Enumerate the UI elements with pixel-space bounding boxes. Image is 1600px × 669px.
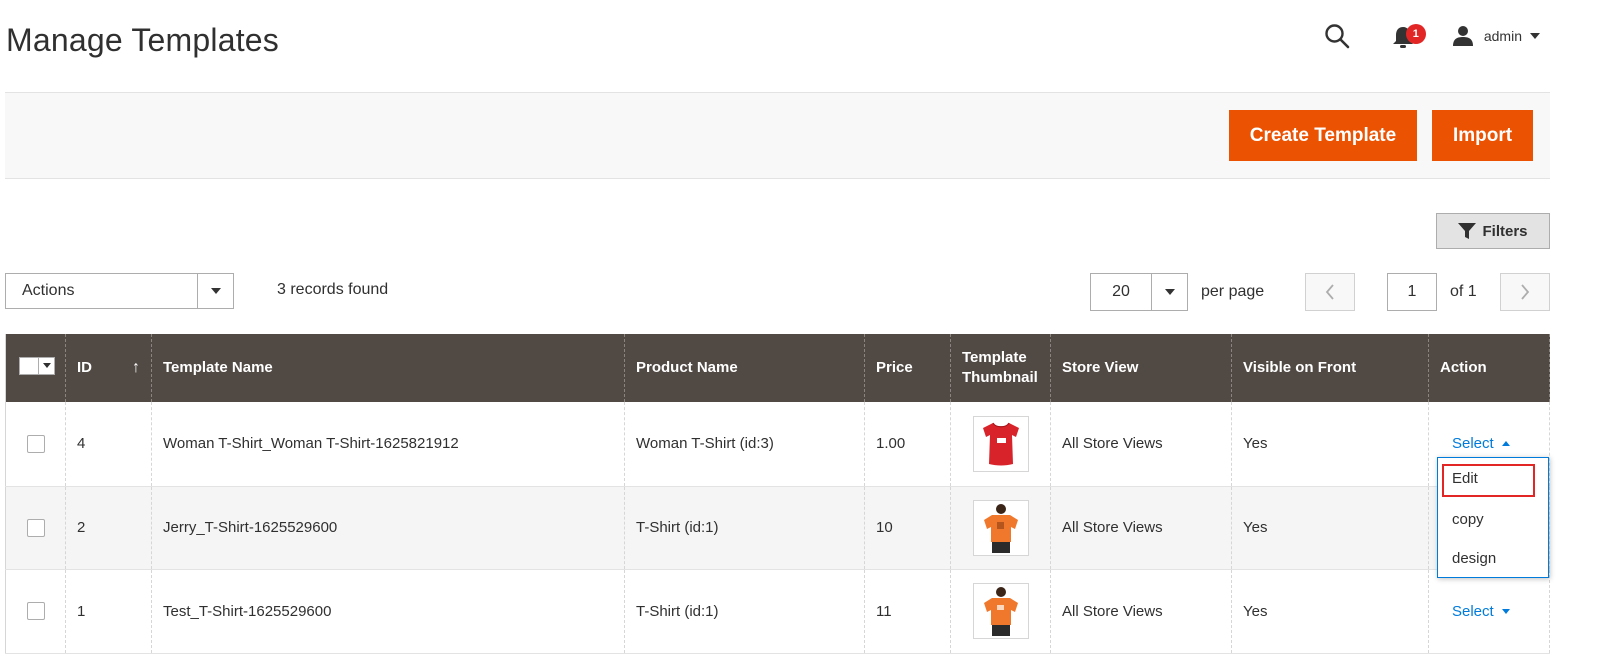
row-checkbox[interactable] xyxy=(27,602,45,620)
column-header-store-view[interactable]: Store View xyxy=(1050,334,1232,402)
cell-template-name: Test_T-Shirt-1625529600 xyxy=(151,569,625,654)
sort-ascending-icon: ↑ xyxy=(132,359,140,376)
table-row: 2 Jerry_T-Shirt-1625529600 T-Shirt (id:1… xyxy=(5,486,1550,570)
chevron-down-icon xyxy=(1164,289,1175,295)
row-action-select-label: Select xyxy=(1452,435,1494,453)
header-actions: 1 admin xyxy=(1324,20,1540,52)
cell-thumbnail xyxy=(950,569,1051,654)
cell-thumbnail xyxy=(950,402,1051,487)
notifications-bell[interactable]: 1 xyxy=(1392,20,1426,52)
cell-price: 10 xyxy=(864,486,951,570)
admin-user-menu[interactable]: admin xyxy=(1452,25,1540,47)
mass-actions-label: Actions xyxy=(22,282,75,299)
action-menu-copy[interactable]: copy xyxy=(1452,511,1484,528)
mass-select-header xyxy=(5,334,66,402)
per-page-value: 20 xyxy=(1112,283,1130,300)
column-header-id[interactable]: ID ↑ xyxy=(65,334,152,402)
select-all-checkbox[interactable] xyxy=(20,357,38,374)
red-womens-tshirt-image xyxy=(982,422,1019,466)
admin-username: admin xyxy=(1483,28,1522,44)
row-action-menu: Edit copy design xyxy=(1437,457,1549,578)
cell-template-name: Woman T-Shirt_Woman T-Shirt-1625821912 xyxy=(151,402,625,487)
page-title: Manage Templates xyxy=(6,22,279,58)
table-row: 1 Test_T-Shirt-1625529600 T-Shirt (id:1)… xyxy=(5,569,1550,654)
page-actions-bar: Create Template Import xyxy=(5,92,1550,179)
row-checkbox[interactable] xyxy=(27,518,45,537)
cell-visible: Yes xyxy=(1231,569,1429,654)
grid-header-row: ID ↑ Template Name Product Name Price Tem… xyxy=(5,334,1550,402)
template-thumbnail[interactable] xyxy=(972,583,1029,639)
notification-count-badge: 1 xyxy=(1405,24,1426,44)
total-pages-label: of 1 xyxy=(1450,283,1477,300)
templates-grid: ID ↑ Template Name Product Name Price Tem… xyxy=(5,334,1550,654)
column-header-visible[interactable]: Visible on Front xyxy=(1231,334,1429,402)
cell-price: 11 xyxy=(864,569,951,654)
orange-tshirt-model-image xyxy=(983,503,1018,553)
cell-product-name: T-Shirt (id:1) xyxy=(624,569,865,654)
row-action-select-label: Select xyxy=(1452,602,1494,620)
cell-visible: Yes xyxy=(1231,402,1429,487)
column-header-thumbnail-line2: Thumbnail xyxy=(962,369,1038,386)
mass-select-dropdown[interactable] xyxy=(19,356,55,375)
orange-tshirt-model-image xyxy=(983,587,1018,636)
cell-store-view: All Store Views xyxy=(1050,486,1232,570)
cell-id: 1 xyxy=(65,569,152,654)
cell-store-view: All Store Views xyxy=(1050,569,1232,654)
cell-product-name: T-Shirt (id:1) xyxy=(624,486,865,570)
chevron-down-icon xyxy=(1501,608,1510,614)
chevron-up-icon xyxy=(1501,441,1510,447)
row-select-cell xyxy=(5,402,66,487)
chevron-down-icon xyxy=(210,288,221,294)
cell-template-name: Jerry_T-Shirt-1625529600 xyxy=(151,486,625,570)
filters-label: Filters xyxy=(1482,222,1528,240)
column-header-id-label: ID xyxy=(77,359,92,376)
cell-action: Select xyxy=(1428,569,1550,654)
search-icon[interactable] xyxy=(1324,20,1356,52)
chevron-down-icon xyxy=(42,363,51,368)
mass-select-toggle[interactable] xyxy=(38,357,54,374)
chevron-right-icon xyxy=(1521,284,1530,300)
template-thumbnail[interactable] xyxy=(972,415,1029,472)
cell-visible: Yes xyxy=(1231,486,1429,570)
user-icon xyxy=(1452,26,1473,46)
import-button[interactable]: Import xyxy=(1432,110,1533,161)
column-header-product-name[interactable]: Product Name xyxy=(624,334,865,402)
action-menu-design[interactable]: design xyxy=(1452,550,1496,567)
row-select-cell xyxy=(5,486,66,570)
mass-actions-toggle[interactable] xyxy=(197,274,233,308)
cell-product-name: Woman T-Shirt (id:3) xyxy=(624,402,865,487)
row-checkbox[interactable] xyxy=(27,434,45,453)
cell-thumbnail xyxy=(950,486,1051,570)
per-page-toggle[interactable] xyxy=(1151,274,1187,310)
cell-price: 1.00 xyxy=(864,402,951,487)
per-page-label: per page xyxy=(1201,283,1265,300)
column-header-action: Action xyxy=(1428,334,1550,402)
column-header-template-name[interactable]: Template Name xyxy=(151,334,625,402)
template-thumbnail[interactable] xyxy=(972,499,1029,556)
table-row: 4 Woman T-Shirt_Woman T-Shirt-1625821912… xyxy=(5,402,1550,487)
row-action-select[interactable]: Select xyxy=(1452,603,1510,620)
filter-icon xyxy=(1458,223,1477,239)
mass-actions-select[interactable]: Actions xyxy=(5,273,234,309)
records-found-count: 3 records found xyxy=(277,281,389,298)
cell-store-view: All Store Views xyxy=(1050,402,1232,487)
filters-button[interactable]: Filters xyxy=(1436,213,1550,249)
column-header-thumbnail: Template Thumbnail xyxy=(950,334,1051,402)
column-header-price[interactable]: Price xyxy=(864,334,951,402)
create-template-button[interactable]: Create Template xyxy=(1229,110,1417,161)
cell-id: 4 xyxy=(65,402,152,487)
row-action-select[interactable]: Select xyxy=(1452,435,1510,452)
chevron-left-icon xyxy=(1325,284,1334,300)
previous-page-button[interactable] xyxy=(1305,273,1355,311)
row-select-cell xyxy=(5,569,66,654)
action-menu-edit[interactable]: Edit xyxy=(1452,470,1478,487)
chevron-down-icon xyxy=(1530,33,1540,39)
cell-id: 2 xyxy=(65,486,152,570)
per-page-select[interactable]: 20 xyxy=(1090,273,1188,311)
next-page-button[interactable] xyxy=(1500,273,1550,311)
column-header-thumbnail-line1: Template xyxy=(962,349,1027,366)
current-page-input[interactable] xyxy=(1387,273,1437,311)
